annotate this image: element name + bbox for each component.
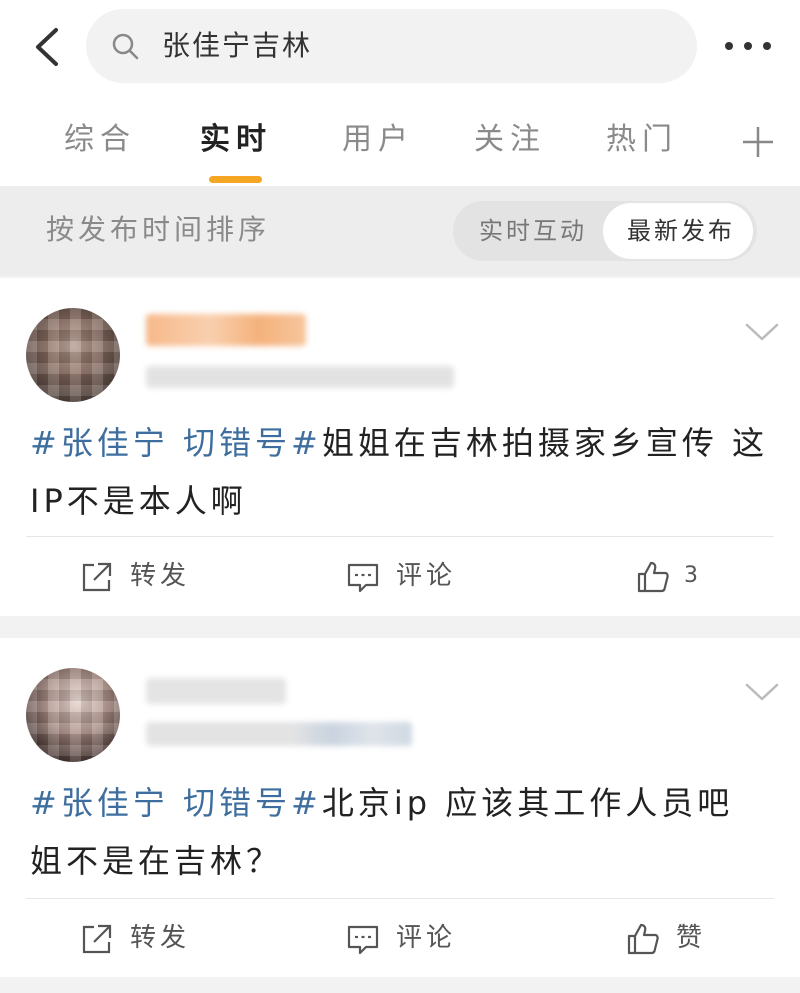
tab-realtime[interactable]: 实时 (200, 120, 272, 160)
repost-button[interactable]: 转发 (80, 558, 200, 598)
search-input[interactable]: 张佳宁吉林 (86, 9, 697, 83)
back-arrow-icon[interactable] (24, 22, 74, 72)
comment-button[interactable]: 评论 (346, 558, 466, 598)
repost-icon (82, 924, 112, 954)
more-options-icon[interactable] (722, 38, 774, 54)
sort-toggle: 实时互动 最新发布 (453, 201, 757, 261)
avatar[interactable] (26, 308, 120, 402)
add-tab-icon[interactable] (740, 124, 776, 160)
sort-bar: 按发布时间排序 实时互动 最新发布 (0, 186, 800, 276)
tab-bar: 综合 实时 用户 关注 热门 (0, 96, 800, 186)
repost-label: 转发 (130, 923, 191, 953)
repost-icon (82, 562, 112, 592)
like-label: 赞 (676, 923, 707, 953)
sort-label: 按发布时间排序 (46, 213, 271, 246)
like-button[interactable]: 赞 (626, 920, 716, 960)
thumbs-up-icon (637, 561, 669, 593)
tab-following[interactable]: 关注 (474, 120, 546, 160)
tab-hot[interactable]: 热门 (606, 120, 678, 160)
sort-option-latest[interactable]: 最新发布 (603, 203, 753, 259)
avatar[interactable] (26, 668, 120, 762)
bottom-edge (0, 977, 800, 993)
topic-tag-link[interactable]: #张佳宁 切错号# (30, 424, 322, 462)
topic-tag-link[interactable]: #张佳宁 切错号# (30, 784, 322, 822)
top-bar: 张佳宁吉林 (0, 0, 800, 96)
repost-label: 转发 (130, 561, 191, 591)
like-count: 3 (684, 563, 702, 588)
comment-label: 评论 (396, 923, 457, 953)
chevron-down-icon[interactable] (744, 682, 780, 702)
post-card: #张佳宁 切错号#姐姐在吉林拍摄家乡宣传 这IP不是本人啊 转发 评论 3 (0, 278, 800, 616)
sort-option-latest-label: 最新发布 (627, 217, 735, 245)
divider (26, 898, 774, 899)
comment-icon (347, 563, 379, 593)
post-text: #张佳宁 切错号#姐姐在吉林拍摄家乡宣传 这IP不是本人啊 (30, 414, 770, 530)
like-button[interactable]: 3 (636, 558, 716, 598)
post-meta-blurred (146, 366, 454, 388)
sort-option-realtime-interaction[interactable]: 实时互动 (479, 211, 587, 251)
tab-users[interactable]: 用户 (342, 120, 414, 160)
active-tab-indicator (209, 176, 262, 183)
search-query: 张佳宁吉林 (162, 29, 313, 62)
post-meta-blurred (146, 722, 412, 746)
comment-button[interactable]: 评论 (346, 920, 466, 960)
post-text: #张佳宁 切错号#北京ip 应该其工作人员吧 姐不是在吉林？ (30, 774, 770, 890)
search-icon (112, 33, 139, 60)
thumbs-up-icon (627, 923, 659, 955)
comment-icon (347, 925, 379, 955)
repost-button[interactable]: 转发 (80, 920, 200, 960)
chevron-down-icon[interactable] (744, 322, 780, 342)
username-blurred[interactable] (146, 314, 306, 346)
tab-comprehensive[interactable]: 综合 (64, 120, 136, 160)
comment-label: 评论 (396, 561, 457, 591)
divider (26, 536, 774, 537)
post-card: #张佳宁 切错号#北京ip 应该其工作人员吧 姐不是在吉林？ 转发 评论 赞 (0, 638, 800, 977)
username-blurred[interactable] (146, 678, 286, 704)
